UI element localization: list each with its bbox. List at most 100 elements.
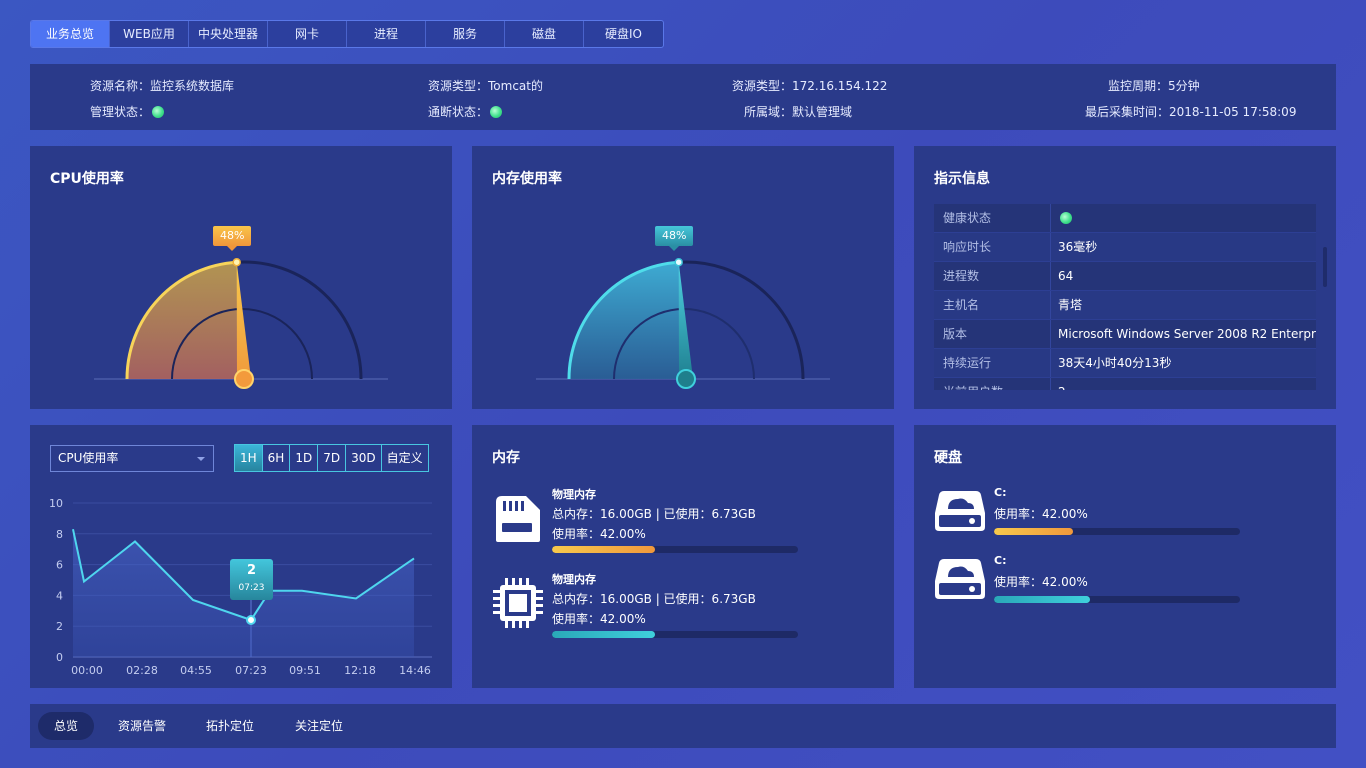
manage-status: 管理状态： — [90, 103, 165, 120]
disk-usage: 使用率：42.00% — [994, 575, 1088, 589]
disk-usage-bar — [994, 596, 1240, 603]
indicator-key: 持续运行 — [934, 349, 1051, 377]
disk-usage-bar-fill — [994, 596, 1090, 603]
bottom-tab-focus[interactable]: 关注定位 — [279, 712, 359, 740]
gauge-value-sector — [126, 262, 244, 379]
memory-total: 总内存：16.00GB | 已使用：6.73GB — [552, 507, 756, 521]
x-tick-label: 09:51 — [289, 664, 321, 677]
chart-tooltip: 2 07:23 — [230, 559, 273, 600]
memory-total: 总内存：16.00GB | 已使用：6.73GB — [552, 592, 756, 606]
bottom-tab-overview[interactable]: 总览 — [38, 712, 95, 740]
panel-title: 指示信息 — [934, 171, 990, 187]
disk-usage-bar — [994, 528, 1240, 535]
connect-status: 通断状态： — [428, 103, 503, 120]
gauge-value-sector — [569, 262, 686, 379]
health-ok-icon — [1060, 212, 1072, 224]
x-tick-label: 12:18 — [344, 664, 376, 677]
indicator-row: 版本 Microsoft Windows Server 2008 R2 Ente… — [934, 320, 1316, 349]
memory-usage-bar — [552, 546, 798, 553]
gauge-needle-tip — [674, 257, 683, 267]
resource-info-bar: 资源名称：监控系统数据库 资源类型：Tomcat的 资源类型：172.16.15… — [30, 64, 1336, 130]
indicator-key: 健康状态 — [934, 204, 1051, 232]
x-tick-label: 04:55 — [180, 664, 212, 677]
tooltip-time: 07:23 — [238, 583, 265, 593]
disk-drive-icon — [935, 491, 985, 531]
gauge-needle-tip — [232, 257, 241, 267]
indicator-key: 进程数 — [934, 262, 1051, 290]
y-tick-label: 2 — [56, 620, 63, 633]
y-tick-label: 8 — [56, 528, 63, 541]
indicator-row: 持续运行 38天4小时40分13秒 — [934, 349, 1316, 378]
memory-usage-bar — [552, 631, 798, 638]
tab-business-overview[interactable]: 业务总览 — [31, 21, 110, 47]
memory-name: 物理内存 — [552, 573, 596, 586]
cpu-gauge — [94, 257, 388, 389]
tab-service[interactable]: 服务 — [426, 21, 505, 47]
memory-value-label: 48% — [655, 226, 694, 251]
gauge-needle — [236, 262, 251, 380]
resource-type: 资源类型：Tomcat的 — [428, 79, 543, 93]
y-tick-label: 4 — [56, 589, 63, 602]
bottom-nav-bar: 总览 资源告警 拓扑定位 关注定位 — [30, 704, 1336, 748]
tab-web-app[interactable]: WEB应用 — [110, 21, 189, 47]
x-tick-label: 00:00 — [71, 664, 103, 677]
disk-usage-bar-fill — [994, 528, 1073, 535]
y-tick-label: 0 — [56, 651, 63, 664]
bottom-tab-topology[interactable]: 拓扑定位 — [190, 712, 270, 740]
manage-status-label: 管理状态： — [90, 105, 151, 119]
gauge-remaining-arc — [236, 260, 363, 380]
panel-title: 内存 — [492, 450, 520, 466]
memory-usage: 使用率：42.00% — [552, 612, 646, 626]
gauge-remaining-arc — [678, 260, 805, 380]
disk-name: C: — [994, 554, 1007, 567]
indicator-row: 响应时长 36毫秒 — [934, 233, 1316, 262]
gauge-pivot — [234, 369, 254, 389]
indicator-value — [1051, 204, 1316, 232]
indicator-value: Microsoft Windows Server 2008 R2 Enterpr… — [1058, 327, 1316, 341]
cpu-chip-icon — [493, 578, 543, 628]
indicator-value: 38天4小时40分13秒 — [1058, 356, 1172, 370]
indicator-panel: 指示信息 健康状态 响应时长 36毫秒 进程数 64 主机名 青塔 版本 Mic… — [914, 146, 1336, 409]
trend-chart: 0 2 4 6 8 10 00:00 02:28 04:55 07:23 09:51 12:18 14:… — [49, 497, 432, 677]
x-tick-label: 02:28 — [126, 664, 158, 677]
disk-usage: 使用率：42.00% — [994, 507, 1088, 521]
gauge-needle — [678, 262, 693, 380]
memory-usage-bar-fill — [552, 546, 656, 553]
indicator-key: 当前用户数 — [934, 378, 1051, 390]
indicator-value: 青塔 — [1058, 298, 1083, 312]
indicator-scrollbar[interactable] — [1323, 247, 1327, 287]
memory-usage: 使用率：42.00% — [552, 527, 646, 541]
disk-name: C: — [994, 486, 1007, 499]
highlight-point[interactable] — [246, 615, 256, 625]
indicator-row: 进程数 64 — [934, 262, 1316, 291]
memory-usage-bar-fill — [552, 631, 656, 638]
tab-cpu[interactable]: 中央处理器 — [189, 21, 268, 47]
tab-disk-io[interactable]: 硬盘IO — [584, 21, 663, 47]
status-ok-icon — [490, 106, 503, 118]
indicator-table[interactable]: 健康状态 响应时长 36毫秒 进程数 64 主机名 青塔 版本 Microsof… — [934, 204, 1316, 390]
indicator-value: 36毫秒 — [1058, 240, 1098, 254]
memory-name: 物理内存 — [552, 488, 596, 501]
domain: 所属域：默认管理域 — [744, 105, 853, 119]
tab-process[interactable]: 进程 — [347, 21, 426, 47]
status-ok-icon — [152, 106, 165, 118]
trend-chart-panel: CPU使用率 1H 6H 1D 7D 30D 自定义 0 2 4 6 8 10 00:00 0… — [30, 425, 452, 688]
cpu-value-label: 48% — [213, 226, 252, 251]
disk-panel: 硬盘 C: 使用率：42.00% C: 使用率：42.00% — [914, 425, 1336, 688]
resource-name: 资源名称：监控系统数据库 — [90, 79, 235, 93]
tab-disk[interactable]: 磁盘 — [505, 21, 584, 47]
monitor-period: 监控周期：5分钟 — [1108, 79, 1200, 93]
disk-drive-icon — [935, 559, 985, 599]
last-collect-time: 最后采集时间：2018-11-05 17:58:09 — [1085, 105, 1297, 119]
indicator-value: 64 — [1058, 269, 1074, 283]
y-tick-label: 10 — [49, 497, 63, 510]
tooltip-value: 2 — [246, 563, 257, 578]
cpu-usage-panel: CPU使用率 48% — [30, 146, 452, 409]
indicator-key: 版本 — [934, 320, 1051, 348]
panel-title: 硬盘 — [934, 450, 962, 466]
connect-status-label: 通断状态： — [428, 105, 489, 119]
x-tick-label: 14:46 — [399, 664, 431, 677]
tab-nic[interactable]: 网卡 — [268, 21, 347, 47]
gauge-pivot — [676, 369, 696, 389]
bottom-tab-alerts[interactable]: 资源告警 — [102, 712, 182, 740]
